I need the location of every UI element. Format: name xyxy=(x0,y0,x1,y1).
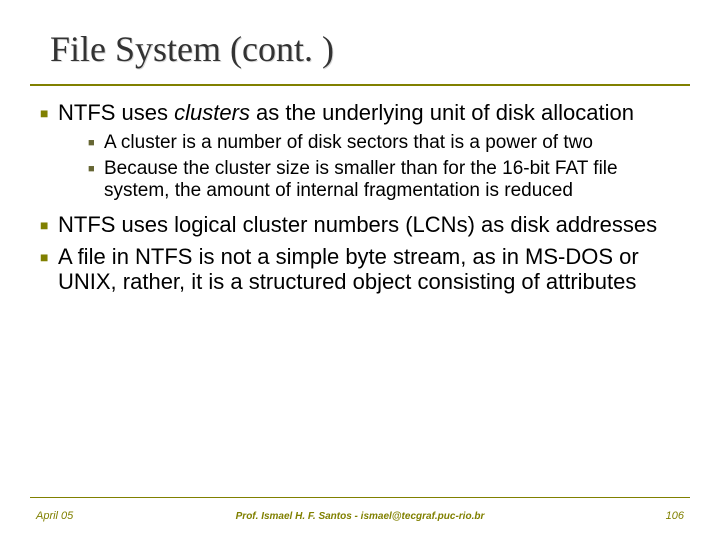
bullet-1-em: clusters xyxy=(174,100,250,125)
sub-bullet-1-text: A cluster is a number of disk sectors th… xyxy=(104,132,680,154)
bullet-1-text: NTFS uses clusters as the underlying uni… xyxy=(58,100,680,126)
content-area: ■ NTFS uses clusters as the underlying u… xyxy=(40,100,680,300)
square-bullet-icon: ■ xyxy=(40,212,58,238)
footer-author: Prof. Ismael H. F. Santos - ismael@tecgr… xyxy=(0,511,720,522)
bullet-1-sublist: ■ A cluster is a number of disk sectors … xyxy=(88,132,680,202)
bullet-2-text: NTFS uses logical cluster numbers (LCNs)… xyxy=(58,212,680,238)
bullet-1-pre: NTFS uses xyxy=(58,100,174,125)
bullet-3-text: A file in NTFS is not a simple byte stre… xyxy=(58,244,680,295)
sub-bullet-2-text: Because the cluster size is smaller than… xyxy=(104,158,680,202)
footer-page-number: 106 xyxy=(666,510,684,522)
bullet-2: ■ NTFS uses logical cluster numbers (LCN… xyxy=(40,212,680,238)
bullet-3: ■ A file in NTFS is not a simple byte st… xyxy=(40,244,680,295)
title-underline xyxy=(30,84,690,86)
square-bullet-icon: ■ xyxy=(88,158,104,202)
square-bullet-icon: ■ xyxy=(40,244,58,295)
sub-bullet-2: ■ Because the cluster size is smaller th… xyxy=(88,158,680,202)
slide: File System (cont. ) ■ NTFS uses cluster… xyxy=(0,0,720,540)
slide-title: File System (cont. ) xyxy=(50,28,334,70)
sub-bullet-1: ■ A cluster is a number of disk sectors … xyxy=(88,132,680,154)
bullet-1: ■ NTFS uses clusters as the underlying u… xyxy=(40,100,680,126)
footer-divider xyxy=(30,497,690,498)
square-bullet-icon: ■ xyxy=(40,100,58,126)
bullet-1-post: as the underlying unit of disk allocatio… xyxy=(250,100,634,125)
square-bullet-icon: ■ xyxy=(88,132,104,154)
